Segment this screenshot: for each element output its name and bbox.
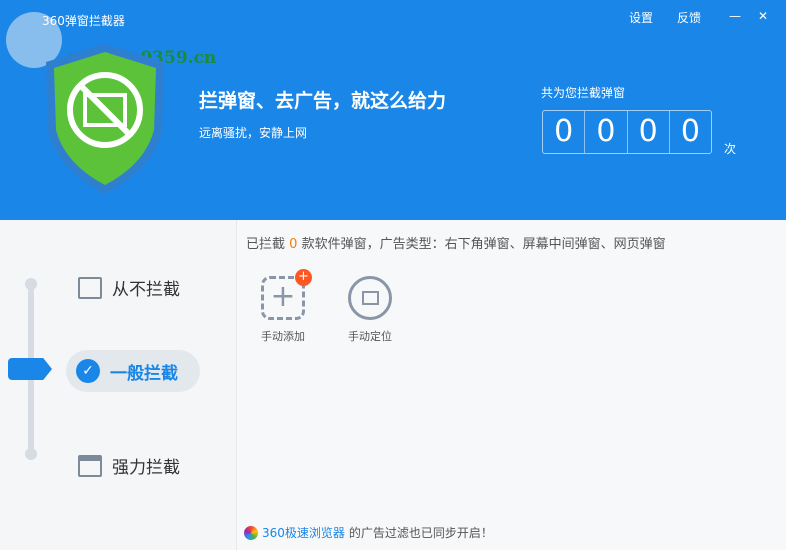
minimize-button[interactable]: — [729,9,741,23]
browser-logo-icon [244,525,258,540]
check-icon: ✓ [76,359,100,383]
mode-label: 从不拦截 [112,280,180,300]
mode-label: 一般拦截 [110,363,178,384]
mode-strong-block[interactable]: 强力拦截 [78,453,180,478]
counter-digit: 0 [585,111,628,153]
blocked-count: 0 [289,237,298,252]
window-title: 360弹窗拦截器 [42,14,125,28]
slider-stop[interactable] [25,448,37,460]
close-button[interactable]: ✕ [758,9,768,23]
checkbox-window-icon [78,276,102,299]
slider-handle[interactable] [8,358,52,380]
mode-sidebar: 从不拦截 ✓ 一般拦截 强力拦截 [0,220,237,550]
mode-never-block[interactable]: 从不拦截 [78,275,180,300]
header: 360弹窗拦截器 www.pc0359.cn 设置 反馈 — ✕ 拦弹窗、去广告… [0,0,786,220]
block-counter: 0 0 0 0 [542,110,712,154]
shield-icon [46,44,164,194]
counter-digit: 0 [680,114,700,149]
footer-text: 的广告过滤也已同步开启！ [348,526,493,540]
counter-digit: 0 [628,111,670,153]
settings-button[interactable]: 设置 [629,9,653,26]
manual-add-button[interactable]: + + 手动添加 [248,269,318,344]
headline: 拦弹窗、去广告，就这么给力 [199,90,447,112]
tool-label: 手动添加 [261,330,305,343]
browser-link[interactable]: 360极速浏览器 [262,524,345,541]
counter-label: 共为您拦截弹窗 [541,86,626,100]
info-prefix: 已拦截 [246,237,286,252]
slider-stop[interactable] [25,278,37,290]
window-stack-icon [78,454,102,477]
counter-unit: 次 [724,142,737,156]
manual-locate-button[interactable]: 手动定位 [335,276,405,344]
mode-normal-block[interactable]: ✓ 一般拦截 [66,350,200,392]
crosshair-icon [348,276,392,320]
plus-badge-icon: + [295,269,312,286]
tool-label: 手动定位 [348,330,392,343]
add-icon: + + [261,269,312,320]
feedback-button[interactable]: 反馈 [677,9,701,26]
footer: 360极速浏览器 的广告过滤也已同步开启！ [244,524,493,541]
mode-label: 强力拦截 [112,458,180,478]
block-info: 已拦截 0 款软件弹窗，广告类型：右下角弹窗、屏幕中间弹窗、网页弹窗 [246,233,666,252]
info-suffix: 款软件弹窗，广告类型：右下角弹窗、屏幕中间弹窗、网页弹窗 [301,237,666,252]
counter-digit: 0 [543,111,586,153]
subtitle: 远离骚扰，安静上网 [199,126,308,140]
